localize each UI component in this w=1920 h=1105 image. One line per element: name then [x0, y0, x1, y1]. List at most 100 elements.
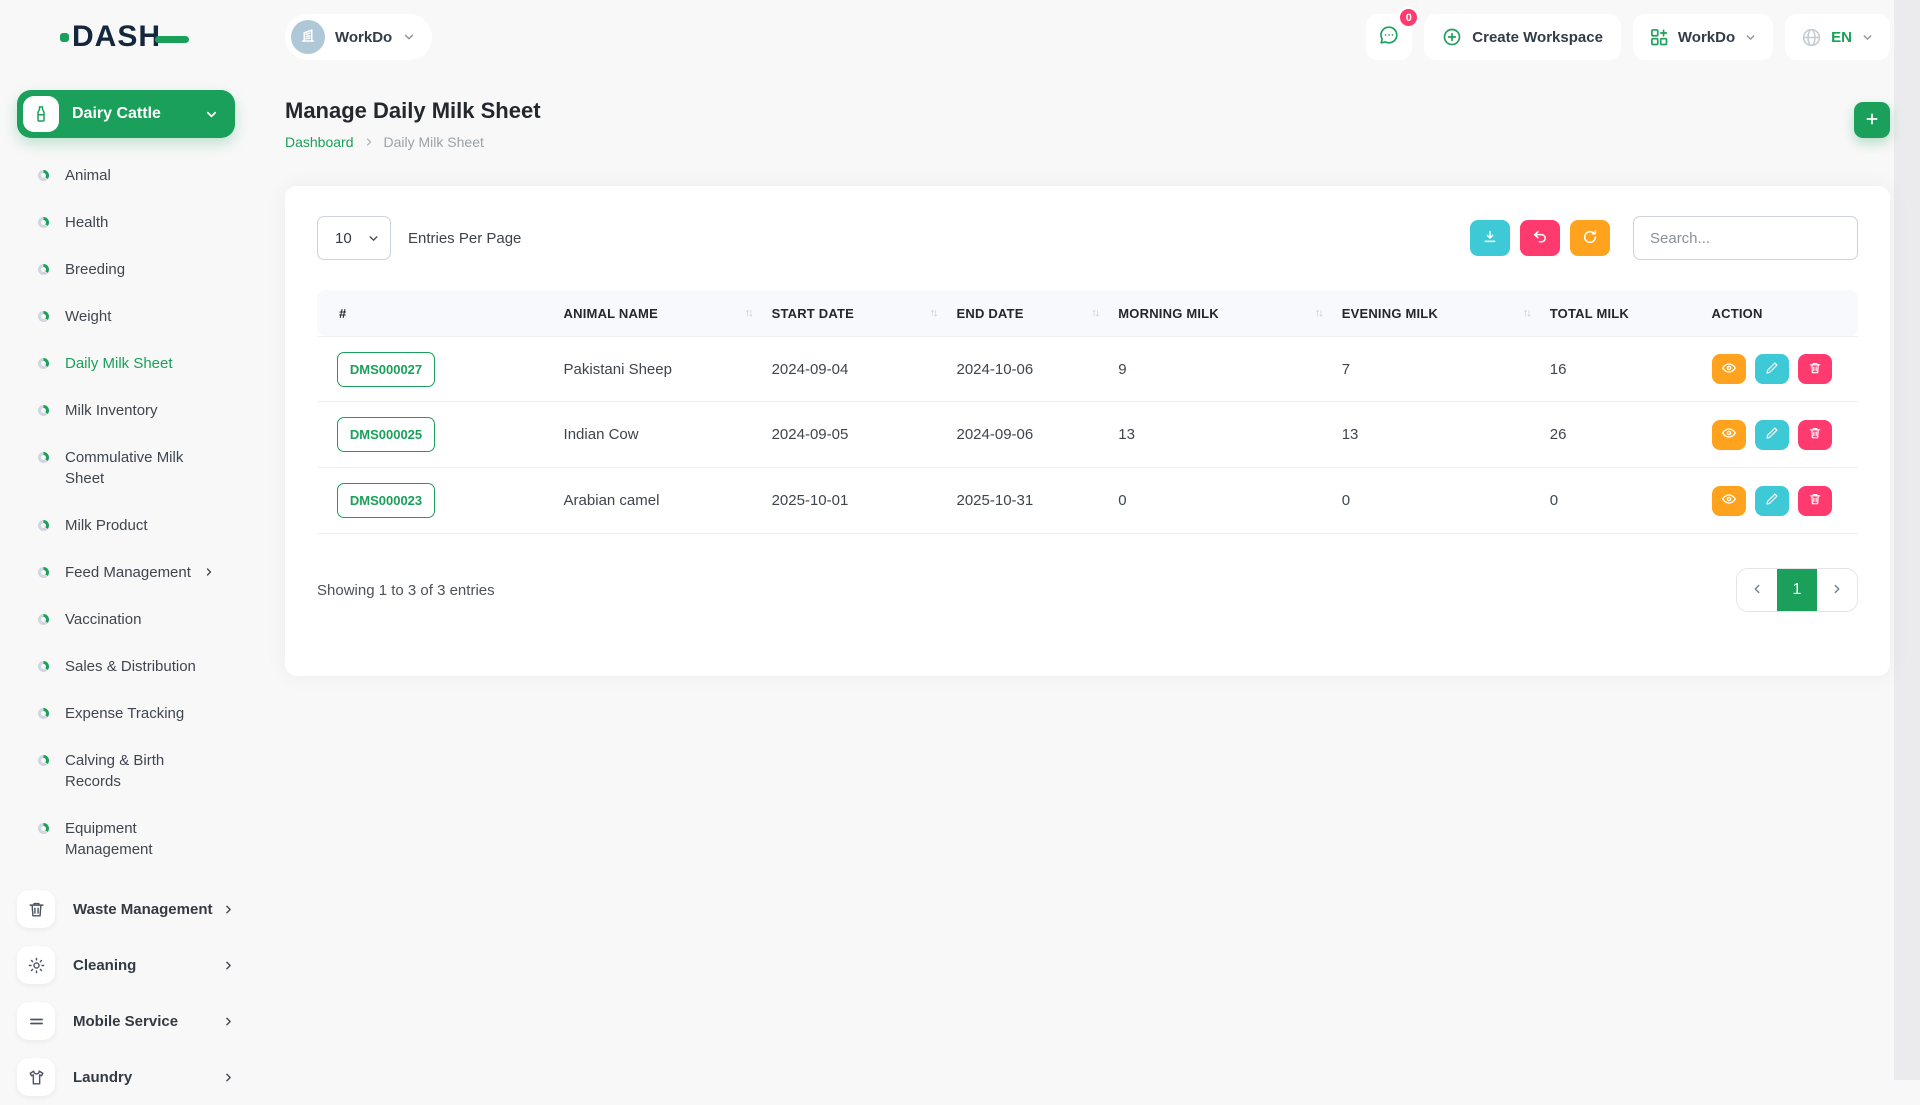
sidebar-item-milk-inventory[interactable]: Milk Inventory	[17, 387, 235, 434]
sidebar-item-sales-distribution[interactable]: Sales & Distribution	[17, 643, 235, 690]
sidebar-item-label: Commulative Milk Sheet	[65, 447, 215, 489]
sidebar-item-label: Equipment Management	[65, 818, 215, 860]
chevron-right-icon	[222, 1071, 235, 1084]
logo-dot	[60, 33, 69, 42]
dash-logo[interactable]: DASH	[60, 20, 189, 54]
sidebar-item-animal[interactable]: Animal	[17, 152, 235, 199]
table-row: DMS000027 Pakistani Sheep 2024-09-04 202…	[317, 336, 1858, 402]
sidebar-item-equipment-management[interactable]: Equipment Management	[17, 805, 235, 873]
delete-button[interactable]	[1798, 486, 1832, 516]
sort-icon[interactable]: ↑↓	[929, 307, 936, 319]
top-bar: DASH WorkDo 0	[0, 0, 1920, 74]
bullet-icon	[38, 708, 49, 719]
sidebar-modules: Waste Management Cleaning Mobile Service	[17, 881, 235, 1105]
search-input[interactable]	[1633, 216, 1858, 260]
sidebar-item-label: Milk Inventory	[65, 400, 158, 421]
sidebar-item-label: Weight	[65, 306, 111, 327]
animal-name-cell: Pakistani Sheep	[564, 336, 772, 402]
view-button[interactable]	[1712, 354, 1746, 384]
sidebar-item-weight[interactable]: Weight	[17, 293, 235, 340]
column-header-start-date[interactable]: START DATE↑↓	[772, 290, 957, 336]
bars-icon	[17, 1002, 55, 1040]
chevron-right-icon	[203, 565, 215, 583]
sort-icon[interactable]: ↑↓	[1315, 307, 1322, 319]
language-dropdown[interactable]: EN	[1785, 14, 1890, 60]
sidebar-module-laundry[interactable]: Laundry	[17, 1049, 235, 1105]
column-header-id[interactable]: #	[317, 290, 564, 336]
sidebar-item-label: Breeding	[65, 259, 125, 280]
create-workspace-button[interactable]: Create Workspace	[1424, 14, 1621, 60]
edit-button[interactable]	[1755, 486, 1789, 516]
chevron-right-icon	[363, 136, 375, 148]
refresh-icon	[1582, 229, 1598, 248]
next-page-button[interactable]	[1817, 569, 1857, 611]
entries-per-page-select[interactable]: 10	[317, 216, 391, 260]
sort-icon[interactable]: ↑↓	[1091, 307, 1098, 319]
page-title: Manage Daily Milk Sheet	[285, 98, 541, 124]
breadcrumb-dashboard-link[interactable]: Dashboard	[285, 134, 354, 150]
column-header-morning-milk[interactable]: MORNING MILK↑↓	[1118, 290, 1341, 336]
column-header-end-date[interactable]: END DATE↑↓	[956, 290, 1118, 336]
logo-dash	[155, 36, 189, 43]
grid-plus-icon	[1649, 27, 1669, 47]
plus-circle-icon	[1442, 27, 1462, 47]
edit-button[interactable]	[1755, 420, 1789, 450]
sort-icon[interactable]: ↑↓	[1523, 307, 1530, 319]
sidebar-item-commulative-milk-sheet[interactable]: Commulative Milk Sheet	[17, 434, 235, 502]
end-date-cell: 2025-10-31	[956, 468, 1118, 534]
sidebar-module-cleaning[interactable]: Cleaning	[17, 937, 235, 993]
delete-button[interactable]	[1798, 420, 1832, 450]
record-id-badge[interactable]: DMS000027	[337, 352, 435, 387]
sidebar-module-mobile-service[interactable]: Mobile Service	[17, 993, 235, 1049]
sort-icon[interactable]: ↑↓	[745, 307, 752, 319]
prev-page-button[interactable]	[1737, 569, 1777, 611]
building-icon	[299, 26, 317, 49]
export-button[interactable]	[1470, 220, 1510, 256]
messages-button[interactable]: 0	[1366, 14, 1412, 60]
bullet-icon	[38, 217, 49, 228]
chevron-down-icon	[1744, 31, 1757, 44]
record-id-badge[interactable]: DMS000023	[337, 483, 435, 518]
sidebar-item-breeding[interactable]: Breeding	[17, 246, 235, 293]
sidebar-module-label: Cleaning	[73, 957, 222, 974]
chevron-right-icon	[222, 903, 235, 916]
workspace-switcher[interactable]: WorkDo	[285, 14, 432, 60]
refresh-button[interactable]	[1570, 220, 1610, 256]
sidebar-item-vaccination[interactable]: Vaccination	[17, 596, 235, 643]
morning-milk-cell: 9	[1118, 336, 1341, 402]
view-button[interactable]	[1712, 420, 1746, 450]
sidebar-item-label: Expense Tracking	[65, 703, 184, 724]
row-actions	[1712, 420, 1858, 450]
column-header-evening-milk[interactable]: EVENING MILK↑↓	[1342, 290, 1550, 336]
total-milk-cell: 0	[1550, 468, 1712, 534]
sidebar-module-waste-management[interactable]: Waste Management	[17, 881, 235, 937]
column-header-animal-name[interactable]: ANIMAL NAME↑↓	[564, 290, 772, 336]
sidebar-item-milk-product[interactable]: Milk Product	[17, 502, 235, 549]
sun-icon	[17, 946, 55, 984]
entries-per-page-label: Entries Per Page	[408, 230, 521, 247]
chat-bubble-icon	[1378, 24, 1400, 51]
sidebar-item-expense-tracking[interactable]: Expense Tracking	[17, 690, 235, 737]
reset-button[interactable]	[1520, 220, 1560, 256]
record-id-badge[interactable]: DMS000025	[337, 417, 435, 452]
sidebar-item-label: Calving & Birth Records	[65, 750, 215, 792]
add-record-button[interactable]	[1854, 102, 1890, 138]
current-page-button[interactable]: 1	[1777, 569, 1817, 611]
undo-arrow-icon	[1532, 229, 1548, 248]
sidebar-module-dairy-cattle[interactable]: Dairy Cattle	[17, 90, 235, 138]
bullet-icon	[38, 452, 49, 463]
bullet-icon	[38, 520, 49, 531]
evening-milk-cell: 13	[1342, 402, 1550, 468]
sidebar-item-feed-management[interactable]: Feed Management	[17, 549, 235, 596]
sidebar-item-calving-birth-records[interactable]: Calving & Birth Records	[17, 737, 235, 805]
sidebar-item-health[interactable]: Health	[17, 199, 235, 246]
edit-button[interactable]	[1755, 354, 1789, 384]
sidebar-item-label: Sales & Distribution	[65, 656, 196, 677]
view-button[interactable]	[1712, 486, 1746, 516]
column-header-total-milk[interactable]: TOTAL MILK	[1550, 290, 1712, 336]
delete-button[interactable]	[1798, 354, 1832, 384]
trash-icon	[17, 890, 55, 928]
sidebar-item-daily-milk-sheet[interactable]: Daily Milk Sheet	[17, 340, 235, 387]
app-menu-dropdown[interactable]: WorkDo	[1633, 14, 1773, 60]
chevron-right-icon	[1830, 582, 1844, 599]
